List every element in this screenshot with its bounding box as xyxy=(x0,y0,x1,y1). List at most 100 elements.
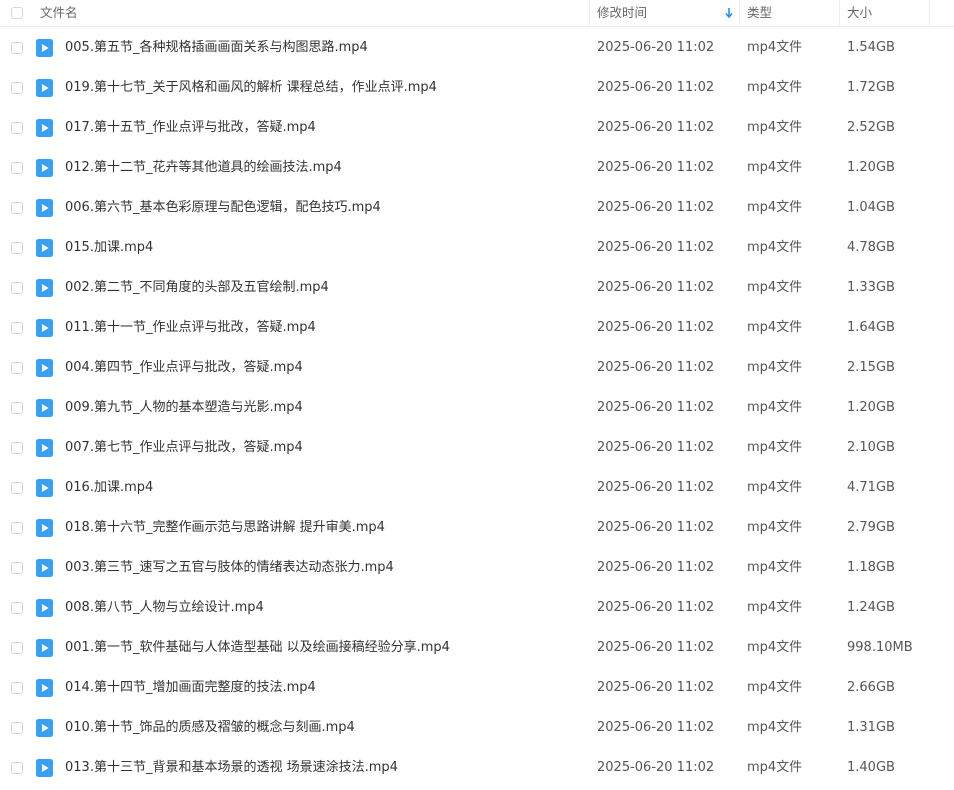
file-row[interactable]: 012.第十二节_花卉等其他道具的绘画技法.mp4 2025-06-20 11:… xyxy=(0,148,954,188)
column-divider[interactable] xyxy=(839,0,840,26)
file-name[interactable]: 017.第十五节_作业点评与批改，答疑.mp4 xyxy=(65,108,316,148)
modified-time: 2025-06-20 11:02 xyxy=(597,760,715,775)
file-name[interactable]: 019.第十七节_关于风格和画风的解析 课程总结，作业点评.mp4 xyxy=(65,68,437,108)
file-name[interactable]: 002.第二节_不同角度的头部及五官绘制.mp4 xyxy=(65,268,329,308)
file-type: mp4文件 xyxy=(747,360,803,375)
column-divider[interactable] xyxy=(739,0,740,26)
file-type: mp4文件 xyxy=(747,480,803,495)
file-name[interactable]: 010.第十节_饰品的质感及褶皱的概念与刻画.mp4 xyxy=(65,708,355,748)
row-checkbox[interactable] xyxy=(11,442,23,454)
video-file-icon xyxy=(36,279,53,297)
modified-time: 2025-06-20 11:02 xyxy=(597,160,715,175)
modified-time: 2025-06-20 11:02 xyxy=(597,600,715,615)
file-row[interactable]: 016.加课.mp4 2025-06-20 11:02 mp4文件 4.71GB xyxy=(0,468,954,508)
row-checkbox[interactable] xyxy=(11,642,23,654)
modified-time: 2025-06-20 11:02 xyxy=(597,80,715,95)
row-checkbox[interactable] xyxy=(11,722,23,734)
file-row[interactable]: 010.第十节_饰品的质感及褶皱的概念与刻画.mp4 2025-06-20 11… xyxy=(0,708,954,748)
file-type: mp4文件 xyxy=(747,80,803,95)
file-name[interactable]: 011.第十一节_作业点评与批改，答疑.mp4 xyxy=(65,308,316,348)
file-size: 1.40GB xyxy=(847,760,895,775)
file-row[interactable]: 004.第四节_作业点评与批改，答疑.mp4 2025-06-20 11:02 … xyxy=(0,348,954,388)
file-name[interactable]: 008.第八节_人物与立绘设计.mp4 xyxy=(65,588,264,628)
row-checkbox[interactable] xyxy=(11,162,23,174)
column-header-size[interactable]: 大小 xyxy=(847,0,872,26)
row-checkbox[interactable] xyxy=(11,682,23,694)
file-row[interactable]: 006.第六节_基本色彩原理与配色逻辑，配色技巧.mp4 2025-06-20 … xyxy=(0,188,954,228)
row-checkbox[interactable] xyxy=(11,602,23,614)
file-name[interactable]: 005.第五节_各种规格插画画面关系与构图思路.mp4 xyxy=(65,28,368,68)
video-file-icon xyxy=(36,159,53,177)
row-checkbox[interactable] xyxy=(11,82,23,94)
file-name[interactable]: 015.加课.mp4 xyxy=(65,228,153,268)
file-row[interactable]: 019.第十七节_关于风格和画风的解析 课程总结，作业点评.mp4 2025-0… xyxy=(0,68,954,108)
modified-time: 2025-06-20 11:02 xyxy=(597,400,715,415)
file-name[interactable]: 016.加课.mp4 xyxy=(65,468,153,508)
file-row[interactable]: 018.第十六节_完整作画示范与思路讲解 提升审美.mp4 2025-06-20… xyxy=(0,508,954,548)
file-name[interactable]: 001.第一节_软件基础与人体造型基础 以及绘画接稿经验分享.mp4 xyxy=(65,628,450,668)
video-file-icon xyxy=(36,679,53,697)
file-row[interactable]: 015.加课.mp4 2025-06-20 11:02 mp4文件 4.78GB xyxy=(0,228,954,268)
file-size: 2.79GB xyxy=(847,520,895,535)
column-divider[interactable] xyxy=(589,0,590,26)
row-checkbox[interactable] xyxy=(11,242,23,254)
row-checkbox[interactable] xyxy=(11,202,23,214)
file-name[interactable]: 009.第九节_人物的基本塑造与光影.mp4 xyxy=(65,388,303,428)
modified-time: 2025-06-20 11:02 xyxy=(597,560,715,575)
file-size: 4.71GB xyxy=(847,480,895,495)
file-size: 2.15GB xyxy=(847,360,895,375)
file-name[interactable]: 014.第十四节_增加画面完整度的技法.mp4 xyxy=(65,668,316,708)
file-row[interactable]: 007.第七节_作业点评与批改，答疑.mp4 2025-06-20 11:02 … xyxy=(0,428,954,468)
modified-time: 2025-06-20 11:02 xyxy=(597,720,715,735)
sort-descending-icon[interactable] xyxy=(725,7,733,19)
file-name[interactable]: 006.第六节_基本色彩原理与配色逻辑，配色技巧.mp4 xyxy=(65,188,381,228)
file-row[interactable]: 011.第十一节_作业点评与批改，答疑.mp4 2025-06-20 11:02… xyxy=(0,308,954,348)
file-row[interactable]: 005.第五节_各种规格插画画面关系与构图思路.mp4 2025-06-20 1… xyxy=(0,28,954,68)
file-name[interactable]: 012.第十二节_花卉等其他道具的绘画技法.mp4 xyxy=(65,148,342,188)
file-row[interactable]: 008.第八节_人物与立绘设计.mp4 2025-06-20 11:02 mp4… xyxy=(0,588,954,628)
file-type: mp4文件 xyxy=(747,440,803,455)
file-size: 1.04GB xyxy=(847,200,895,215)
video-file-icon xyxy=(36,559,53,577)
row-checkbox[interactable] xyxy=(11,42,23,54)
file-name[interactable]: 018.第十六节_完整作画示范与思路讲解 提升审美.mp4 xyxy=(65,508,385,548)
video-file-icon xyxy=(36,639,53,657)
file-list-header: 文件名 修改时间 类型 大小 xyxy=(0,0,954,27)
column-header-name[interactable]: 文件名 xyxy=(40,0,78,26)
row-checkbox[interactable] xyxy=(11,482,23,494)
column-header-time[interactable]: 修改时间 xyxy=(597,0,647,26)
file-type: mp4文件 xyxy=(747,400,803,415)
modified-time: 2025-06-20 11:02 xyxy=(597,280,715,295)
file-name[interactable]: 003.第三节_速写之五官与肢体的情绪表达动态张力.mp4 xyxy=(65,548,394,588)
row-checkbox[interactable] xyxy=(11,282,23,294)
file-row[interactable]: 013.第十三节_背景和基本场景的透视 场景速涂技法.mp4 2025-06-2… xyxy=(0,748,954,788)
file-size: 4.78GB xyxy=(847,240,895,255)
video-file-icon xyxy=(36,39,53,57)
file-row[interactable]: 001.第一节_软件基础与人体造型基础 以及绘画接稿经验分享.mp4 2025-… xyxy=(0,628,954,668)
row-checkbox[interactable] xyxy=(11,562,23,574)
file-row[interactable]: 009.第九节_人物的基本塑造与光影.mp4 2025-06-20 11:02 … xyxy=(0,388,954,428)
column-divider[interactable] xyxy=(929,0,930,26)
modified-time: 2025-06-20 11:02 xyxy=(597,440,715,455)
row-checkbox[interactable] xyxy=(11,402,23,414)
row-checkbox[interactable] xyxy=(11,762,23,774)
column-header-type[interactable]: 类型 xyxy=(747,0,772,26)
file-row[interactable]: 003.第三节_速写之五官与肢体的情绪表达动态张力.mp4 2025-06-20… xyxy=(0,548,954,588)
file-row[interactable]: 014.第十四节_增加画面完整度的技法.mp4 2025-06-20 11:02… xyxy=(0,668,954,708)
file-type: mp4文件 xyxy=(747,120,803,135)
file-row[interactable]: 002.第二节_不同角度的头部及五官绘制.mp4 2025-06-20 11:0… xyxy=(0,268,954,308)
row-checkbox[interactable] xyxy=(11,362,23,374)
row-checkbox[interactable] xyxy=(11,322,23,334)
file-size: 1.54GB xyxy=(847,40,895,55)
file-name[interactable]: 007.第七节_作业点评与批改，答疑.mp4 xyxy=(65,428,303,468)
file-name[interactable]: 004.第四节_作业点评与批改，答疑.mp4 xyxy=(65,348,303,388)
video-file-icon xyxy=(36,479,53,497)
file-name[interactable]: 013.第十三节_背景和基本场景的透视 场景速涂技法.mp4 xyxy=(65,748,398,788)
file-size: 2.66GB xyxy=(847,680,895,695)
select-all-checkbox[interactable] xyxy=(11,7,23,19)
file-size: 1.72GB xyxy=(847,80,895,95)
row-checkbox[interactable] xyxy=(11,122,23,134)
row-checkbox[interactable] xyxy=(11,522,23,534)
file-row[interactable]: 017.第十五节_作业点评与批改，答疑.mp4 2025-06-20 11:02… xyxy=(0,108,954,148)
modified-time: 2025-06-20 11:02 xyxy=(597,640,715,655)
